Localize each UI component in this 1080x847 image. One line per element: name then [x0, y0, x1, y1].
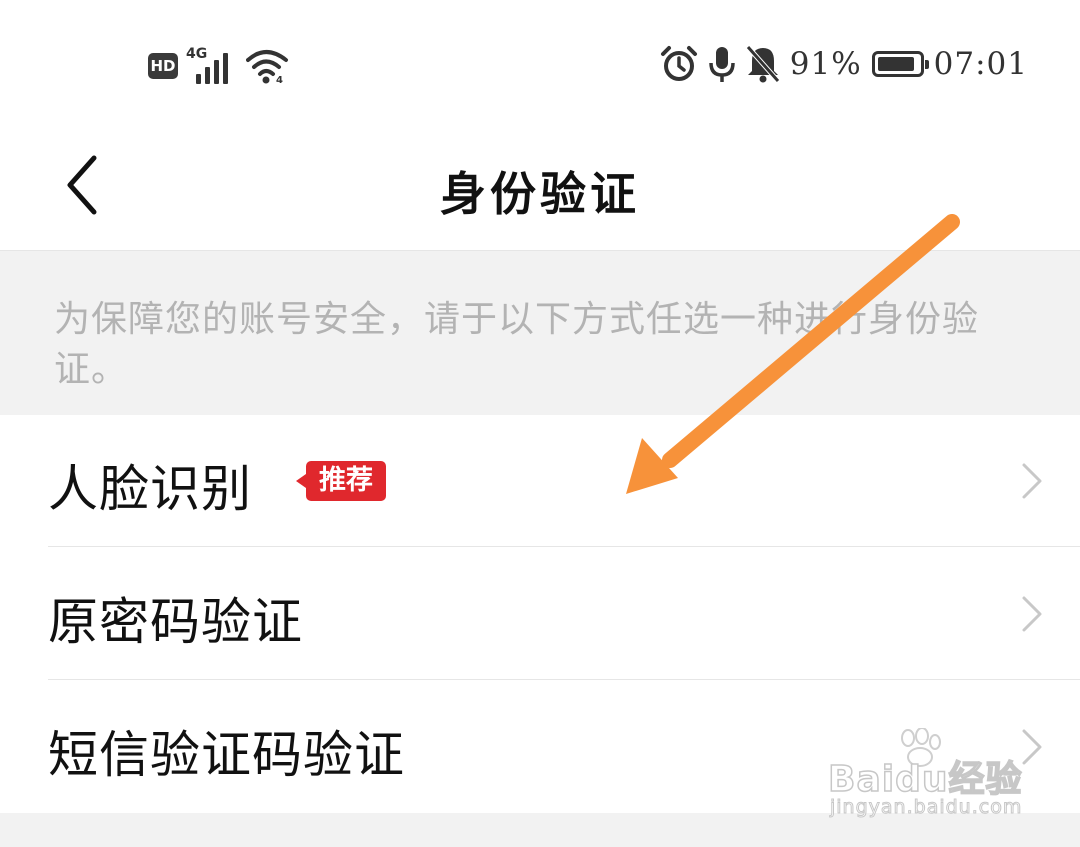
- navigation-bar: 身份验证: [0, 130, 1080, 251]
- notice-banner: 为保障您的账号安全，请于以下方式任选一种进行身份验证。: [0, 251, 1080, 415]
- wifi-icon: 4: [246, 50, 288, 84]
- status-right: 91% 07:01: [660, 45, 1028, 83]
- option-label: 原密码验证: [48, 593, 303, 651]
- svg-text:4: 4: [276, 75, 283, 84]
- divider: [48, 679, 1080, 680]
- divider: [48, 546, 1080, 547]
- notice-text: 为保障您的账号安全，请于以下方式任选一种进行身份验证。: [54, 299, 980, 390]
- battery-percent: 91%: [789, 46, 862, 82]
- bell-muted-icon: [745, 45, 780, 83]
- hd-icon: HD: [148, 53, 178, 79]
- clock: 07:01: [933, 46, 1028, 82]
- chevron-right-icon: [1022, 463, 1042, 499]
- option-original-password[interactable]: 原密码验证: [0, 548, 1080, 680]
- status-left: HD 4G 4: [148, 46, 290, 84]
- option-label: 人脸识别: [48, 460, 252, 518]
- verification-options: 人脸识别 推荐 原密码验证 短信验证码验证: [0, 415, 1080, 813]
- bottom-background: [0, 813, 1080, 847]
- battery-icon: [871, 51, 929, 77]
- option-label: 短信验证码验证: [48, 726, 405, 784]
- microphone-icon: [709, 47, 735, 82]
- signal-icon: 4G: [186, 46, 238, 84]
- chevron-right-icon: [1022, 729, 1042, 765]
- option-face-recognition[interactable]: 人脸识别 推荐: [0, 415, 1080, 547]
- recommended-badge: 推荐: [296, 461, 386, 501]
- page-title: 身份验证: [440, 167, 640, 221]
- status-bar: HD 4G 4 91% 07:01: [0, 0, 1080, 130]
- alarm-icon: [660, 46, 697, 81]
- chevron-right-icon: [1022, 596, 1042, 632]
- option-sms-code[interactable]: 短信验证码验证: [0, 681, 1080, 813]
